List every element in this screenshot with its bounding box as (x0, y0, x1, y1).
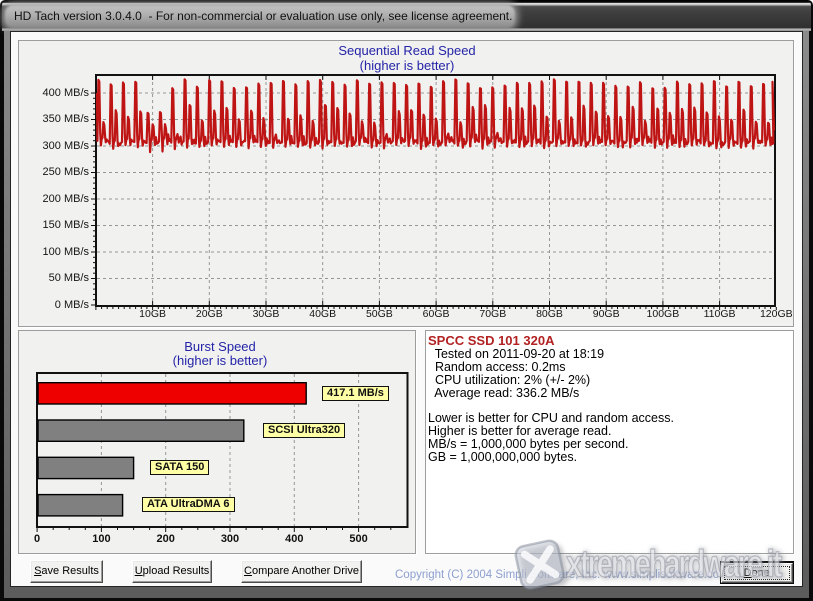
svg-text:xtremehardware.it: xtremehardware.it (566, 544, 783, 586)
